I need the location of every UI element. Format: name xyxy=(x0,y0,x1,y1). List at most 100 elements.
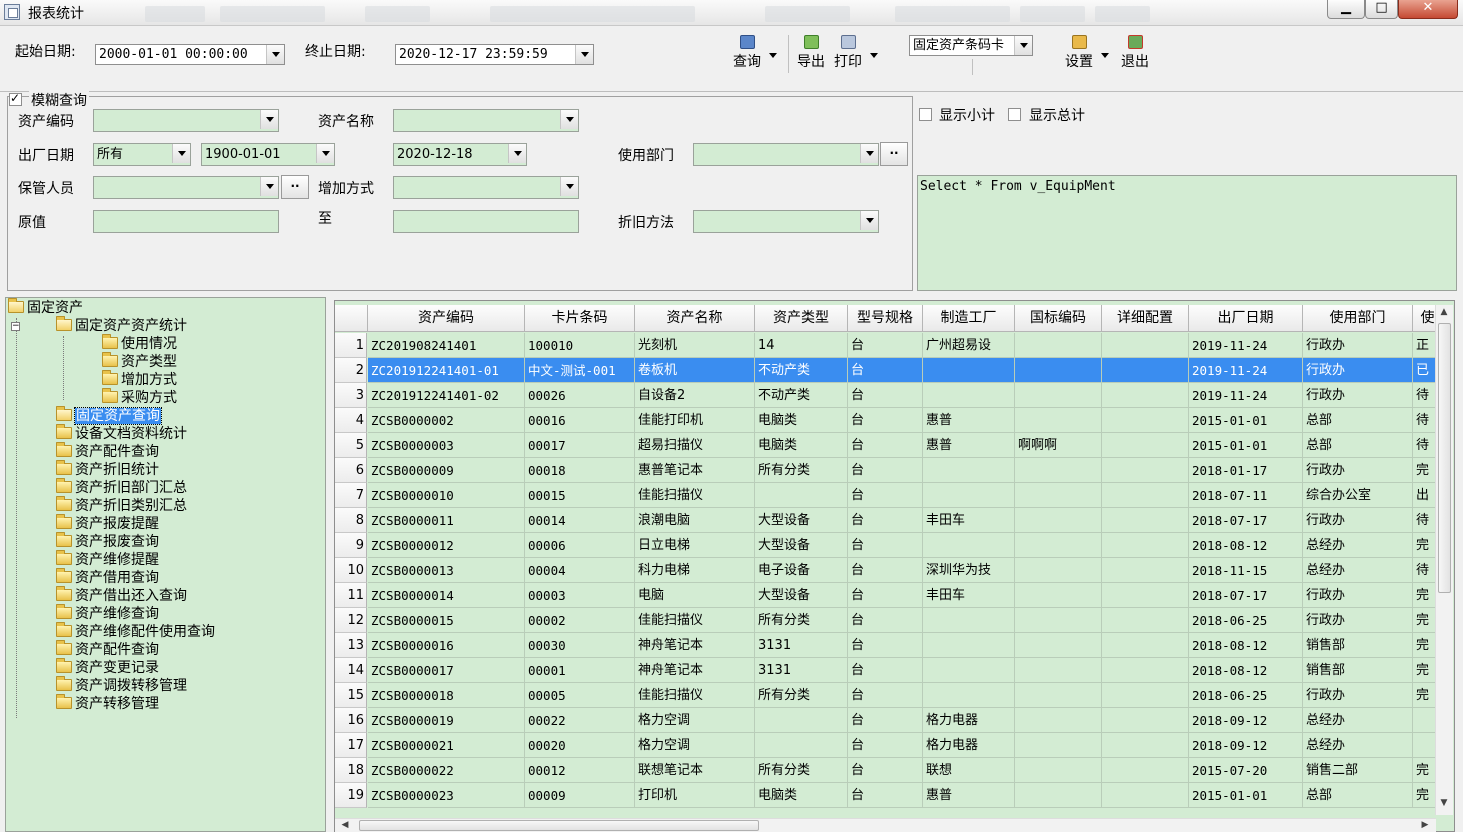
tree-node-purchase[interactable]: 采购方式 xyxy=(102,388,177,407)
table-cell[interactable]: 00004 xyxy=(525,558,635,583)
table-cell[interactable]: 行政办 xyxy=(1303,508,1413,533)
table-cell[interactable] xyxy=(1102,708,1189,733)
table-cell[interactable]: 2018-07-11 xyxy=(1189,483,1303,508)
tree-node-usage[interactable]: 使用情况 xyxy=(102,334,177,353)
query-button[interactable]: 查询 xyxy=(731,35,763,75)
table-cell[interactable]: 联想 xyxy=(923,758,1015,783)
table-cell[interactable]: 总经办 xyxy=(1303,733,1413,758)
table-cell[interactable]: 14 xyxy=(755,333,848,358)
tree-node[interactable]: 资产折旧类别汇总 xyxy=(56,496,187,515)
table-cell[interactable] xyxy=(1015,758,1102,783)
tree-node-selected[interactable]: 固定资产查询 xyxy=(56,406,162,425)
table-cell[interactable] xyxy=(1102,358,1189,383)
table-cell[interactable]: 2019-11-24 xyxy=(1189,383,1303,408)
table-cell[interactable]: 00003 xyxy=(525,583,635,608)
dept-browse-button[interactable]: ·· xyxy=(880,142,908,166)
table-cell[interactable]: 科力电梯 xyxy=(635,558,755,583)
column-header[interactable]: 型号规格 xyxy=(848,305,923,332)
table-cell[interactable]: 总部 xyxy=(1303,783,1413,808)
table-cell[interactable] xyxy=(1102,508,1189,533)
table-cell[interactable]: 销售部 xyxy=(1303,633,1413,658)
table-cell[interactable] xyxy=(1102,658,1189,683)
table-cell[interactable]: 卷板机 xyxy=(635,358,755,383)
table-cell[interactable] xyxy=(923,483,1015,508)
tree-collapse-icon[interactable]: − xyxy=(11,322,20,331)
table-cell[interactable]: 00001 xyxy=(525,658,635,683)
table-cell[interactable]: 所有分类 xyxy=(755,608,848,633)
table-cell[interactable]: 神舟笔记本 xyxy=(635,658,755,683)
table-cell[interactable]: 联想笔记本 xyxy=(635,758,755,783)
table-cell[interactable]: 佳能打印机 xyxy=(635,408,755,433)
table-cell[interactable]: 2018-06-25 xyxy=(1189,608,1303,633)
tree-node[interactable]: 资产维修提醒 xyxy=(56,550,159,569)
table-cell[interactable] xyxy=(1102,433,1189,458)
table-cell[interactable]: 惠普 xyxy=(923,433,1015,458)
table-cell[interactable]: 2015-01-01 xyxy=(1189,433,1303,458)
table-cell[interactable]: 台 xyxy=(848,633,923,658)
table-cell[interactable]: ZC201908241401 xyxy=(368,333,525,358)
table-cell[interactable]: 00015 xyxy=(525,483,635,508)
table-cell[interactable]: 总经办 xyxy=(1303,533,1413,558)
table-cell[interactable] xyxy=(923,383,1015,408)
table-cell[interactable]: ZCSB0000013 xyxy=(368,558,525,583)
table-cell[interactable]: 00009 xyxy=(525,783,635,808)
table-cell[interactable]: 行政办 xyxy=(1303,358,1413,383)
scroll-left-icon[interactable]: ◀ xyxy=(337,820,353,830)
start-date-picker[interactable]: 2000-01-01 00:00:00 xyxy=(95,44,285,65)
tree-root[interactable]: 固定资产 xyxy=(8,298,83,317)
column-header[interactable]: 使用部门 xyxy=(1303,305,1413,332)
tree-node-asset-type[interactable]: 资产类型 xyxy=(102,352,177,371)
table-cell[interactable]: 2015-01-01 xyxy=(1189,783,1303,808)
table-row[interactable]: 17 ZCSB0000021 00020 格力空调 台格力电器 2018-09-12 总经办 xyxy=(335,733,1443,758)
table-cell[interactable]: 格力电器 xyxy=(923,708,1015,733)
table-cell[interactable]: ZCSB0000011 xyxy=(368,508,525,533)
table-cell[interactable]: 丰田车 xyxy=(923,583,1015,608)
tree-node[interactable]: 资产维修查询 xyxy=(56,604,159,623)
table-row[interactable]: 12 ZCSB0000015 00002 佳能扫描仪 所有分类台 2018-06-25 行政… xyxy=(335,608,1443,633)
tree-node[interactable]: 资产报废提醒 xyxy=(56,514,159,533)
table-cell[interactable]: 00002 xyxy=(525,608,635,633)
table-row[interactable]: 11 ZCSB0000014 00003 电脑 大型设备台丰田车 2018-07-17 行政… xyxy=(335,583,1443,608)
tree-node[interactable]: 资产维修配件使用查询 xyxy=(56,622,215,641)
table-cell[interactable] xyxy=(923,633,1015,658)
hscroll-thumb[interactable] xyxy=(359,820,759,831)
table-cell[interactable] xyxy=(1102,458,1189,483)
depreciation-method-combo[interactable] xyxy=(693,210,879,233)
dept-combo[interactable] xyxy=(693,143,879,166)
table-cell[interactable]: 台 xyxy=(848,408,923,433)
table-cell[interactable]: 丰田车 xyxy=(923,508,1015,533)
scroll-thumb[interactable] xyxy=(1438,323,1451,593)
table-cell[interactable]: 电脑 xyxy=(635,583,755,608)
table-cell[interactable] xyxy=(1102,408,1189,433)
table-cell[interactable]: 浪潮电脑 xyxy=(635,508,755,533)
original-value-to-input[interactable] xyxy=(393,210,579,233)
table-cell[interactable] xyxy=(1102,783,1189,808)
table-cell[interactable]: 惠普 xyxy=(923,408,1015,433)
table-cell[interactable]: 销售二部 xyxy=(1303,758,1413,783)
dropdown-arrow-icon[interactable] xyxy=(1014,36,1032,55)
dropdown-arrow-icon[interactable] xyxy=(560,110,578,129)
table-cell[interactable]: 打印机 xyxy=(635,783,755,808)
show-total-checkbox[interactable] xyxy=(1008,108,1021,121)
tree-node[interactable]: 资产折旧统计 xyxy=(56,460,159,479)
table-cell[interactable]: 2018-09-12 xyxy=(1189,733,1303,758)
table-cell[interactable]: 台 xyxy=(848,608,923,633)
table-cell[interactable]: 2018-01-17 xyxy=(1189,458,1303,483)
sql-textarea[interactable]: Select * From v_EquipMent xyxy=(917,175,1457,291)
table-cell[interactable]: 自设备2 xyxy=(635,383,755,408)
table-cell[interactable]: 台 xyxy=(848,533,923,558)
table-cell[interactable]: 佳能扫描仪 xyxy=(635,483,755,508)
table-cell[interactable] xyxy=(923,683,1015,708)
table-cell[interactable]: 00017 xyxy=(525,433,635,458)
table-cell[interactable]: 行政办 xyxy=(1303,333,1413,358)
table-cell[interactable]: ZCSB0000017 xyxy=(368,658,525,683)
asset-grid[interactable]: 资产编码 卡片条码 资产名称 资产类型 型号规格 制造工厂 国标编码 详细配置 出厂日期 使用部门… xyxy=(334,300,1455,832)
table-cell[interactable]: ZCSB0000016 xyxy=(368,633,525,658)
table-cell[interactable]: 2018-09-12 xyxy=(1189,708,1303,733)
table-cell[interactable] xyxy=(1015,683,1102,708)
column-header[interactable]: 制造工厂 xyxy=(923,305,1015,332)
dropdown-arrow-icon[interactable] xyxy=(266,45,284,64)
table-cell[interactable]: ZC201912241401-01 xyxy=(368,358,525,383)
table-cell[interactable]: 2018-08-12 xyxy=(1189,533,1303,558)
table-cell[interactable]: 2018-11-15 xyxy=(1189,558,1303,583)
